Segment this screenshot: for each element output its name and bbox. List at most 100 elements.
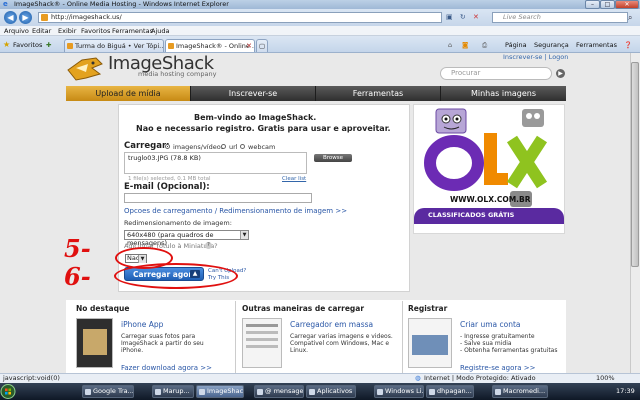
new-tab-button[interactable]: ▢: [256, 39, 268, 52]
tabs-row: ★ Favoritos ✚ Turma do Biguá • Ver Tópi.…: [0, 36, 640, 53]
window-title: ImageShack® - Online Media Hosting - Win…: [14, 0, 229, 8]
taskbar-item[interactable]: Marup...: [152, 385, 194, 398]
carregar-label: Carregar:: [124, 141, 170, 151]
site-nav: Upload de mídia Inscrever-se Ferramentas…: [66, 86, 566, 101]
taskbar: Google Tra... Marup... ImageShac... @ me…: [0, 383, 640, 400]
browse-button[interactable]: Browse: [314, 154, 352, 162]
help-icon[interactable]: ?: [205, 242, 212, 249]
email-field[interactable]: [124, 193, 312, 203]
scrollbar-thumb[interactable]: [631, 62, 639, 267]
nav-upload[interactable]: Upload de mídia: [66, 86, 191, 101]
back-icon[interactable]: ◀: [4, 11, 17, 24]
tab-turma[interactable]: Turma do Biguá • Ver Tópi...: [64, 39, 164, 52]
olx-advertisement[interactable]: WWW.OLX.COM.BR CLASSIFICADOS GRÁTIS: [413, 104, 565, 234]
tab-imageshack[interactable]: ImageShack® - Online ... ✕: [165, 39, 255, 52]
menu-editar[interactable]: Editar: [32, 26, 51, 36]
clear-list-link[interactable]: Clear list: [282, 176, 306, 182]
taskbar-item[interactable]: dhpagan...: [426, 385, 474, 398]
bulk-uploader-thumbnail[interactable]: [242, 318, 282, 368]
forward-icon[interactable]: ▶: [19, 11, 32, 24]
annotation-circle-upload: [114, 263, 238, 289]
column-divider: [402, 301, 403, 373]
menu-ferramentas[interactable]: Ferramentas: [112, 26, 153, 36]
favorites-star-icon[interactable]: ★: [3, 39, 10, 51]
close-tab-icon[interactable]: ✕: [246, 40, 252, 52]
iphone-app-link[interactable]: iPhone App: [121, 320, 163, 329]
annotation-step-6: 6-: [64, 262, 91, 291]
taskbar-item-label: Marup...: [163, 387, 190, 395]
page-menu[interactable]: Página: [505, 39, 527, 51]
bulk-uploader-link[interactable]: Carregador em massa: [290, 320, 373, 329]
security-menu[interactable]: Segurança: [534, 39, 569, 51]
site-search-input[interactable]: Procurar: [440, 67, 552, 80]
add-favorite-icon[interactable]: ✚: [46, 39, 51, 51]
security-zone[interactable]: Internet | Modo Protegido: Ativado: [424, 374, 536, 383]
close-button[interactable]: ✕: [615, 0, 639, 9]
upload-options-link[interactable]: Opcoes de carregamento / Redimensionamen…: [124, 207, 347, 215]
minimize-button[interactable]: –: [585, 0, 600, 9]
taskbar-item[interactable]: Aplicativos: [306, 385, 356, 398]
site-favicon-icon: [41, 14, 48, 21]
taskbar-item[interactable]: @ mensage...: [254, 385, 304, 398]
clock[interactable]: 17:39: [616, 383, 635, 400]
ie-logo-icon: e: [3, 0, 8, 8]
refresh-icon[interactable]: ↻: [460, 13, 466, 21]
create-account-link[interactable]: Criar uma conta: [460, 320, 521, 329]
menu-favoritos[interactable]: Favoritos: [81, 26, 110, 36]
address-actions: ▣ ↻ ✕: [446, 13, 479, 23]
top-links[interactable]: Inscrever-se | Logon: [503, 53, 568, 61]
menu-ajuda[interactable]: Ajuda: [151, 26, 169, 36]
iphone-download-link[interactable]: Fazer download agora >>: [121, 364, 212, 372]
menu-arquivo[interactable]: Arquivo: [4, 26, 29, 36]
tab-label: ImageShack® - Online ...: [176, 42, 255, 50]
status-bar: javascript:void(0) ◍ Internet | Modo Pro…: [0, 373, 640, 383]
email-label: E-mail (Opcional):: [124, 182, 210, 192]
radio-imagens[interactable]: [165, 144, 170, 149]
radio-url-label: url: [229, 143, 238, 151]
taskbar-item[interactable]: ImageShac...: [196, 385, 244, 398]
nav-inscrever[interactable]: Inscrever-se: [191, 86, 316, 101]
column-divider: [235, 301, 236, 373]
compatibility-icon[interactable]: ▣: [446, 13, 453, 21]
register-thumbnail[interactable]: [408, 318, 452, 368]
address-field[interactable]: http://imageshack.us/: [38, 12, 442, 23]
taskbar-item-label: dhpagan...: [437, 387, 472, 395]
feeds-icon[interactable]: ◙: [462, 39, 468, 51]
logo-subtitle: media hosting company: [138, 70, 217, 78]
taskbar-item[interactable]: Macromedi...: [492, 385, 548, 398]
taskbar-item-label: @ mensage...: [265, 387, 304, 395]
iphone-thumbnail[interactable]: [76, 318, 113, 368]
resize-select[interactable]: 640x480 (para quadros de mensagens) ▼: [124, 230, 249, 247]
radio-url[interactable]: [221, 144, 226, 149]
nav-minhas-imagens[interactable]: Minhas imagens: [441, 86, 566, 101]
welcome-heading: Bem-vindo ao ImageShack.: [194, 113, 317, 122]
imageshack-logo-icon[interactable]: [66, 56, 104, 82]
file-list-item: truglo03.JPG (78.8 KB): [128, 154, 201, 162]
live-search-input[interactable]: Live Search: [492, 12, 628, 23]
search-icon[interactable]: ⌕: [628, 12, 638, 23]
maximize-button[interactable]: □: [600, 0, 615, 9]
tab-favicon-icon: [168, 43, 174, 49]
register-now-link[interactable]: Registre-se agora >>: [460, 364, 536, 372]
start-button-icon[interactable]: [0, 383, 16, 400]
register-item: - Salve sua midia: [460, 340, 512, 347]
taskbar-item[interactable]: Google Tra...: [82, 385, 134, 398]
stop-icon[interactable]: ✕: [473, 13, 479, 21]
register-item: - Obtenha ferramentas gratuitas: [460, 347, 558, 354]
tools-menu[interactable]: Ferramentas: [576, 39, 617, 51]
favorites-button[interactable]: Favoritos: [13, 39, 42, 51]
zoom-level[interactable]: 100%: [596, 374, 615, 383]
home-icon[interactable]: ⌂: [448, 39, 452, 51]
radio-webcam-label: webcam: [248, 143, 276, 151]
print-icon[interactable]: ⎙: [482, 39, 487, 51]
site-search-button[interactable]: ▶: [556, 69, 565, 78]
nav-ferramentas[interactable]: Ferramentas: [316, 86, 441, 101]
menu-exibir[interactable]: Exibir: [58, 26, 76, 36]
radio-webcam[interactable]: [240, 144, 245, 149]
address-url: http://imageshack.us/: [51, 13, 122, 21]
taskbar-item-label: Google Tra...: [93, 387, 134, 395]
taskbar-item[interactable]: Windows Li...: [374, 385, 424, 398]
live-search-placeholder: Live Search: [503, 13, 541, 21]
help-icon[interactable]: ❓: [624, 39, 632, 51]
col-title-outras: Outras maneiras de carregar: [242, 304, 365, 313]
